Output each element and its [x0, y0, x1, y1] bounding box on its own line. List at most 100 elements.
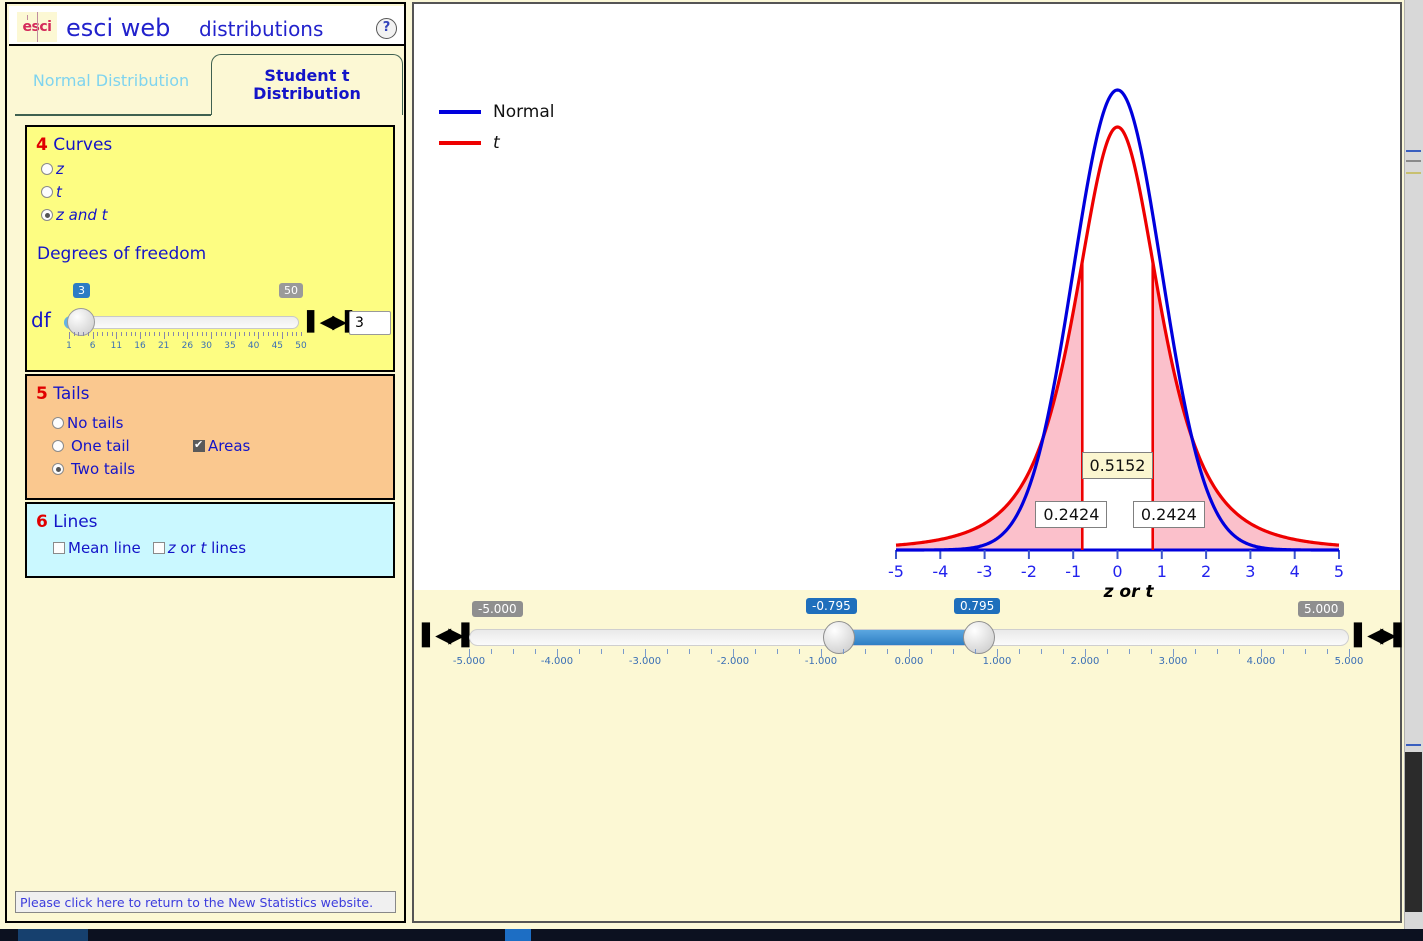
df-tick: [215, 332, 217, 336]
range-nav-left[interactable]: ▌◀▶▌: [422, 623, 478, 647]
df-tick-marks: [69, 332, 302, 341]
df-tick: [201, 332, 203, 336]
df-tick: [229, 332, 231, 336]
radio-curves-z[interactable]: z: [41, 160, 64, 178]
taskbar-item-2[interactable]: [505, 929, 531, 941]
radio-curves-t[interactable]: t: [41, 183, 62, 201]
range-tick: [535, 649, 536, 654]
range-tick-label: 2.000: [1070, 656, 1100, 667]
right-chart-panel: Normal t 0.5152 0.2424 0.2424 -5 -4 -3 -2 -1…: [412, 2, 1410, 923]
df-min-badge: 3: [73, 283, 90, 298]
range-tick: [1129, 649, 1130, 654]
radio-curves-z-and-t[interactable]: z and t: [41, 206, 108, 224]
radio-icon-one-tail[interactable]: [52, 440, 64, 452]
df-tick: [92, 332, 94, 339]
df-tick: [291, 332, 293, 336]
df-value-input[interactable]: 3: [349, 311, 391, 335]
app-title: esci web: [66, 14, 171, 42]
range-tick: [689, 649, 690, 654]
df-tick-label: 45: [271, 341, 284, 351]
x-tick-label: -5: [888, 562, 904, 581]
tab-student-line1: Student t: [264, 65, 350, 85]
range-tick-label: -5.000: [452, 656, 486, 667]
df-tick: [158, 332, 160, 336]
range-tick: [1305, 649, 1306, 654]
curves-panel: 4 Curves z t z and t Degrees of freedom …: [25, 125, 395, 372]
radio-icon-two-tails[interactable]: [52, 463, 64, 475]
range-tick: [1041, 649, 1042, 654]
df-tick-label: 30: [200, 341, 213, 351]
range-max-badge: 5.000: [1298, 601, 1345, 617]
range-tick-label: 4.000: [1246, 656, 1276, 667]
tab-student-line2: Distribution: [253, 84, 361, 103]
taskbar-item-1[interactable]: [18, 929, 88, 941]
df-tick-labels: 1 6 11 16 21 26 30 35 40 45 50: [66, 341, 307, 353]
x-tick-label: -3: [976, 562, 993, 581]
df-tick: [258, 332, 260, 339]
help-icon[interactable]: ?: [376, 18, 397, 39]
radio-label-two-tails: Two tails: [71, 460, 136, 478]
checkbox-icon-z-or-t-lines[interactable]: [152, 542, 165, 554]
df-tick: [244, 332, 246, 336]
radio-icon-t[interactable]: [41, 186, 53, 198]
legend-label-normal: Normal: [493, 102, 555, 122]
df-tick-label: 26: [181, 341, 194, 351]
return-to-website-link[interactable]: Please click here to return to the New S…: [15, 891, 396, 913]
range-high-badge: 0.795: [953, 598, 1001, 614]
df-tick-label: 11: [110, 341, 123, 351]
radio-one-tail[interactable]: One tail: [52, 437, 130, 455]
tab-student-t-distribution[interactable]: Student t Distribution: [211, 54, 403, 115]
df-tick: [83, 332, 85, 336]
checkbox-icon-mean-line[interactable]: [53, 542, 65, 554]
df-tick: [301, 332, 302, 336]
df-tick: [267, 332, 269, 336]
checkbox-label-mean-line: Mean line: [68, 539, 141, 557]
df-tick: [135, 332, 137, 336]
scrollbar-thumb[interactable]: [1405, 752, 1422, 912]
df-tick: [116, 332, 118, 339]
tails-panel: 5 Tails No tails One tail Two tails Area…: [25, 374, 395, 500]
radio-icon-z-and-t[interactable]: [41, 209, 53, 221]
range-tick: [975, 649, 976, 654]
radio-icon-no-tails[interactable]: [52, 417, 64, 429]
lines-panel-heading: 6 Lines: [36, 512, 98, 532]
radio-icon-z[interactable]: [41, 163, 53, 175]
radio-two-tails[interactable]: Two tails: [52, 460, 135, 478]
tails-panel-heading: 5 Tails: [36, 384, 90, 404]
df-tick-label: 50: [295, 341, 307, 351]
range-tick-label: 1.000: [982, 656, 1012, 667]
df-tick: [140, 332, 142, 339]
range-nav-right[interactable]: ▌◀▶▌: [1354, 623, 1410, 647]
distribution-chart: Normal t 0.5152 0.2424 0.2424 -5 -4 -3 -2 -1…: [414, 4, 1400, 602]
range-tick: [1151, 649, 1152, 654]
range-tick: [777, 649, 778, 654]
df-tick-label: 35: [224, 341, 236, 351]
range-tick-labels: -5.000 -4.000 -3.000 -2.000 -1.000 0.000 1.000…: [453, 656, 1363, 670]
range-low-badge: -0.795: [806, 598, 857, 614]
df-tick: [130, 332, 132, 336]
range-tick-label: -2.000: [716, 656, 750, 667]
x-tick-label: 1: [1156, 562, 1167, 581]
x-tick-label: -4: [932, 562, 949, 581]
checkbox-areas[interactable]: Areas: [193, 437, 250, 455]
df-slider-track[interactable]: [64, 316, 299, 329]
legend-label-t: t: [493, 133, 500, 153]
range-tick: [1107, 649, 1108, 654]
df-tick: [73, 332, 75, 336]
app-subtitle: distributions: [199, 17, 324, 41]
range-tick: [1063, 649, 1064, 654]
df-tick: [106, 332, 108, 336]
central-area-label: 0.5152: [1081, 452, 1154, 479]
left-tail-area-label: 0.2424: [1035, 501, 1108, 528]
checkbox-icon-areas[interactable]: [193, 438, 205, 452]
df-max-badge: 50: [279, 283, 303, 298]
range-tick: [579, 649, 580, 654]
tab-normal-distribution[interactable]: Normal Distribution: [15, 54, 207, 109]
radio-no-tails[interactable]: No tails: [52, 414, 123, 432]
lines-options-row: Mean line z or t lines: [53, 539, 246, 557]
os-taskbar: [0, 929, 1423, 941]
range-tick: [711, 649, 712, 654]
df-tick: [111, 332, 113, 336]
curve-t: [895, 125, 1340, 547]
df-tick: [253, 332, 255, 336]
